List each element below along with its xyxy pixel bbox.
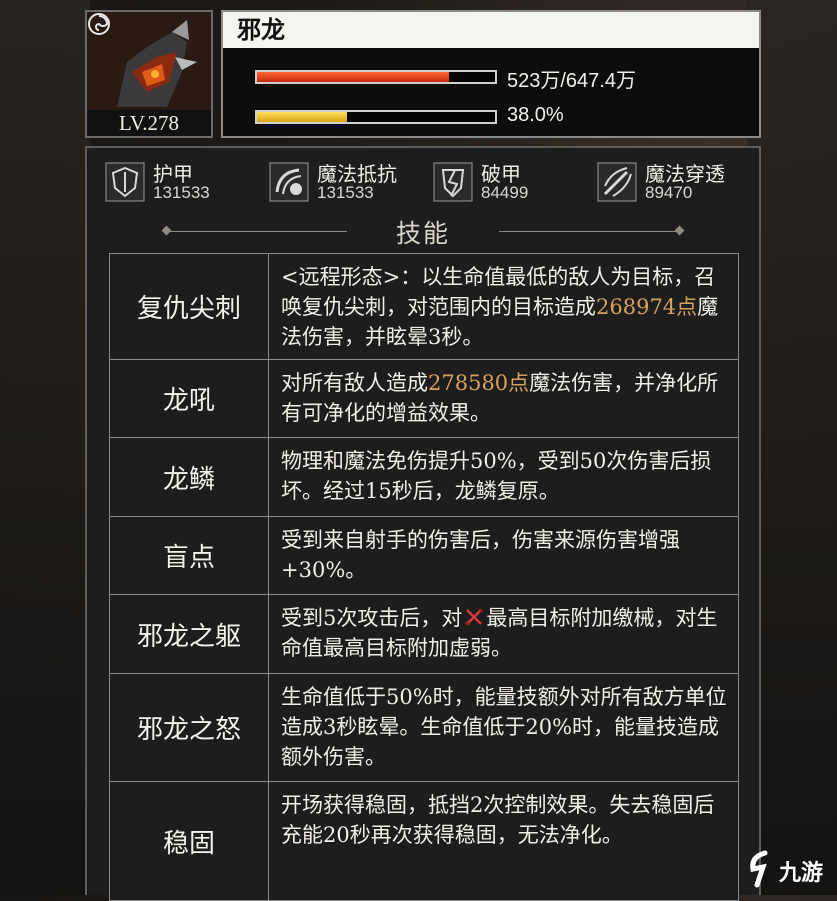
skill-damage-value: 278580点 [428,370,530,395]
skill-panel: 护甲 131533 魔法抵抗 131533 破甲 84499 魔法穿透 8947… [85,146,761,901]
skill-row[interactable]: 龙鳞 物理和魔法免伤提升50%，受到50次伤害后损坏。经过15秒后，龙鳞复原。 [109,437,739,517]
energy-value: 38.0% [507,104,564,126]
watermark: 九游 [745,835,837,895]
divider-line [499,231,679,232]
skill-description: <远程形态>：以生命值最低的敌人为目标，召唤复仇尖刺，对范围内的目标造成2689… [269,254,738,359]
skill-description: 受到5次攻击后，对 最高目标附加缴械，对生命值最高目标附加虚弱。 [269,595,738,673]
skill-description: 物理和魔法免伤提升50%，受到50次伤害后损坏。经过15秒后，龙鳞复原。 [269,438,738,516]
skill-description: 生命值低于50%时，能量技额外对所有敌方单位造成3秒眩晕。生命值低于20%时，能… [269,674,738,782]
magic-resist-icon [269,162,309,202]
skill-name: 复仇尖刺 [110,254,269,359]
skill-row[interactable]: 复仇尖刺 <远程形态>：以生命值最低的敌人为目标，召唤复仇尖刺，对范围内的目标造… [109,253,739,360]
skill-desc-text: 受到5次攻击后，对 [281,606,463,630]
skill-row[interactable]: 盲点 受到来自射手的伤害后，伤害来源伤害增强+30%。 [109,515,739,596]
level-label: LV.278 [87,110,211,136]
skill-name: 邪龙之躯 [110,595,269,673]
magic-penetration-icon [597,162,637,202]
skills-section-header: 技能 [87,214,759,248]
crossed-swords-icon [465,607,484,627]
skill-name: 龙吼 [110,359,269,438]
stat-value: 131533 [317,183,374,202]
boss-info-box: 邪龙 523万/647.4万 38.0% [221,10,761,138]
armor-shield-icon [105,162,145,202]
energy-bar [255,110,497,124]
section-title: 技能 [395,219,450,248]
divider-line [167,231,347,232]
hp-bar [255,70,497,84]
skill-description: 开场获得稳固，抵挡2次控制效果。失去稳固后充能20秒再次获得稳固，无法净化。 [269,782,738,900]
skill-desc-text: 物理和魔法免伤提升50%，受到50次伤害后损坏。经过15秒后，龙鳞复原。 [281,449,712,503]
stat-value: 89470 [645,183,693,202]
boss-name: 邪龙 [223,12,759,48]
skill-description: 对所有敌人造成278580点魔法伤害，并净化所有可净化的增益效果。 [269,360,738,438]
skill-desc-text: 受到来自射手的伤害后，伤害来源伤害增强+30%。 [281,527,680,582]
stats-row: 护甲 131533 魔法抵抗 131533 破甲 84499 魔法穿透 8947… [105,158,749,208]
stat-value: 131533 [153,183,210,202]
skill-row[interactable]: 邪龙之躯 受到5次攻击后，对 最高目标附加缴械，对生命值最高目标附加虚弱。 [109,594,739,674]
skill-description: 受到来自射手的伤害后，伤害来源伤害增强+30%。 [269,517,738,595]
jiuyou-logo-icon [750,850,768,888]
skill-row[interactable]: 龙吼 对所有敌人造成278580点魔法伤害，并净化所有可净化的增益效果。 [109,358,739,439]
background-left [0,0,90,895]
skill-row[interactable]: 稳固 开场获得稳固，抵挡2次控制效果。失去稳固后充能20秒再次获得稳固，无法净化… [109,781,739,901]
skills-table: 复仇尖刺 <远程形态>：以生命值最低的敌人为目标，召唤复仇尖刺，对范围内的目标造… [109,253,739,901]
hp-value: 523万/647.4万 [507,70,636,92]
skill-desc-text: 生命值低于50%时，能量技额外对所有敌方单位造成3秒眩晕。生命值低于20%时，能… [281,684,727,769]
armor-break-icon [433,162,473,202]
skill-row[interactable]: 邪龙之怒 生命值低于50%时，能量技额外对所有敌方单位造成3秒眩晕。生命值低于2… [109,672,739,783]
skill-name: 稳固 [110,782,269,900]
skill-desc-text: 开场获得稳固，抵挡2次控制效果。失去稳固后充能20秒再次获得稳固，无法净化。 [281,793,715,847]
skill-name: 龙鳞 [110,438,269,516]
mage-swirl-icon [88,13,110,35]
stat-value: 84499 [481,183,529,202]
watermark-text: 九游 [779,861,824,886]
hp-bar-fill [257,72,450,82]
skill-desc-text: 对所有敌人造成 [281,370,428,395]
skill-name: 邪龙之怒 [110,673,269,782]
skill-name: 盲点 [110,516,269,595]
boss-portrait[interactable]: LV.278 [85,10,213,138]
divider-ornament [674,225,685,236]
energy-bar-fill [257,112,348,122]
skill-damage-value: 268974点 [596,295,698,319]
